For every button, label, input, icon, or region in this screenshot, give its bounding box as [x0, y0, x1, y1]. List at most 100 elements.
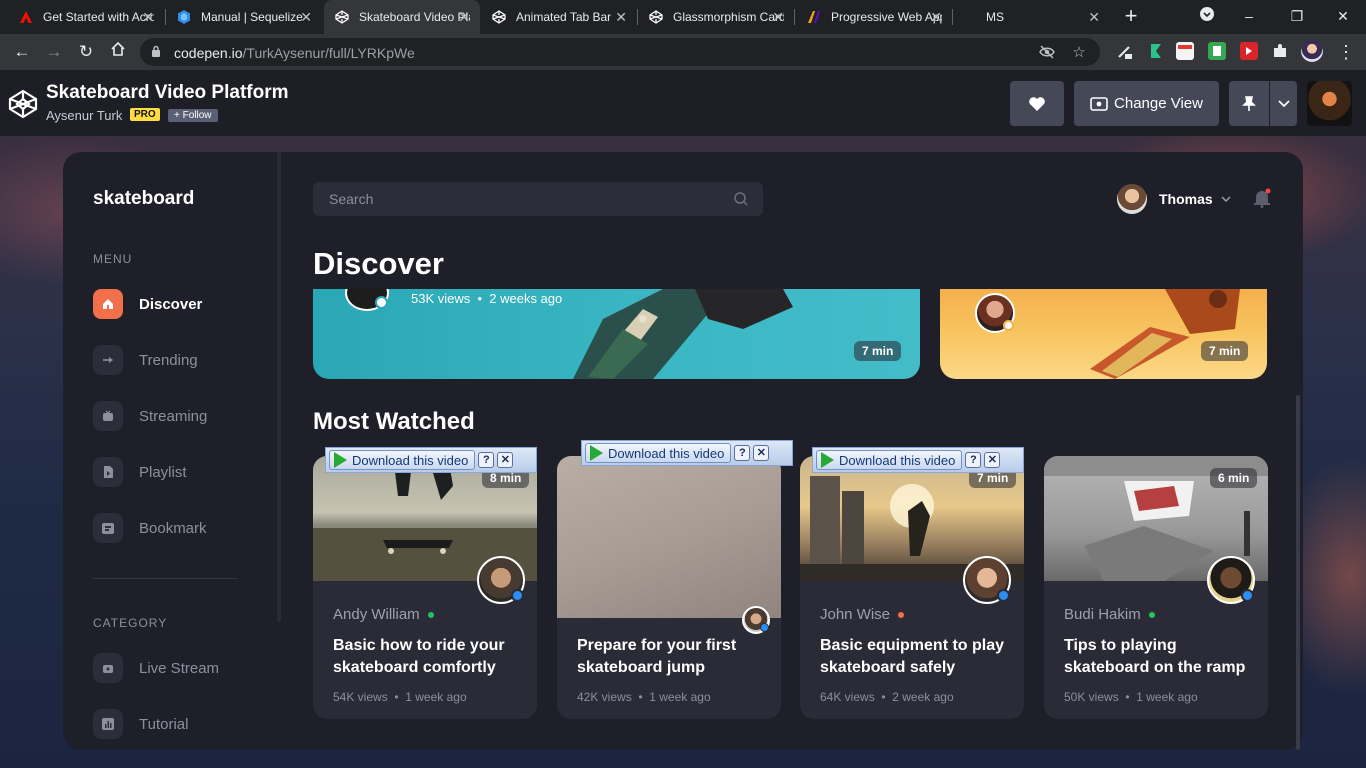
close-tab-icon[interactable]: ✕: [772, 9, 784, 25]
reload-button[interactable]: ↻: [74, 40, 98, 64]
close-button[interactable]: ✕: [984, 452, 1001, 468]
minimize-button[interactable]: –: [1239, 6, 1259, 26]
video-card[interactable]: 7 min John Wise Basic equipment to play …: [800, 456, 1024, 719]
follow-button[interactable]: + Follow: [168, 109, 218, 122]
codepen-user-avatar[interactable]: [1307, 81, 1352, 126]
download-video-button[interactable]: Download this video: [585, 443, 732, 463]
extension-green-icon[interactable]: [1147, 42, 1165, 60]
author-name[interactable]: Andy William: [333, 606, 434, 623]
home-button[interactable]: [106, 40, 130, 64]
sidebar-item-trending[interactable]: Trending: [93, 345, 198, 375]
download-video-button[interactable]: Download this video: [816, 450, 963, 470]
browser-tab-glass[interactable]: Glassmorphism Card ✕: [638, 0, 794, 34]
pro-badge: PRO: [130, 108, 160, 121]
author-avatar[interactable]: [1207, 556, 1255, 604]
close-tab-icon[interactable]: ✕: [458, 9, 470, 25]
sidebar-item-playlist[interactable]: Playlist: [93, 457, 187, 487]
verified-badge-icon: [375, 296, 388, 309]
author-name[interactable]: John Wise: [820, 606, 905, 623]
sidebar-item-streaming[interactable]: Streaming: [93, 401, 207, 431]
featured-author-avatar[interactable]: [975, 293, 1015, 333]
author-avatar[interactable]: [963, 556, 1011, 604]
brand-logo[interactable]: skateboard: [93, 188, 194, 210]
sidebar-scrollbar[interactable]: [277, 152, 281, 622]
close-tab-icon[interactable]: ✕: [930, 9, 942, 25]
browser-tab-ms[interactable]: MS ✕: [954, 0, 1110, 34]
new-tab-button[interactable]: +: [1119, 5, 1143, 29]
featured-views: 53K views: [411, 291, 471, 306]
sidebar-item-tutorial[interactable]: Tutorial: [93, 709, 188, 739]
browser-tab-sequelize[interactable]: Manual | Sequelize ✕: [166, 0, 322, 34]
chevron-down-icon: [1200, 7, 1214, 21]
video-meta: 54K views • 1 week ago: [333, 690, 467, 704]
close-tab-icon[interactable]: ✕: [1088, 9, 1100, 25]
video-meta: 64K views • 2 week ago: [820, 690, 954, 704]
help-button[interactable]: ?: [478, 452, 495, 468]
menu-section-label: MENU: [93, 252, 133, 266]
sidebar: skateboard MENU Discover Trending Stream…: [63, 152, 281, 750]
user-menu[interactable]: Thomas: [1117, 184, 1231, 214]
forward-button[interactable]: →: [42, 40, 66, 64]
notification-bell-icon[interactable]: [1253, 188, 1271, 208]
author-avatar[interactable]: [742, 606, 770, 634]
maximize-button[interactable]: ❐: [1287, 6, 1307, 26]
profile-avatar[interactable]: [1301, 40, 1323, 62]
browser-tab-animated[interactable]: Animated Tab Bar ✕: [481, 0, 637, 34]
close-tab-icon[interactable]: ✕: [615, 9, 627, 25]
featured-video-card[interactable]: 53K views • 2 weeks ago 7 min: [313, 289, 920, 379]
play-icon: [590, 445, 603, 461]
help-button[interactable]: ?: [965, 452, 982, 468]
close-button[interactable]: ✕: [497, 452, 514, 468]
close-window-button[interactable]: ✕: [1333, 6, 1353, 26]
search-icon[interactable]: [733, 191, 749, 207]
codepen-logo-icon[interactable]: [8, 89, 38, 119]
close-button[interactable]: ✕: [753, 445, 770, 461]
tab-search-button[interactable]: [1197, 6, 1217, 26]
duration-badge: 7 min: [854, 341, 902, 361]
author-avatar[interactable]: [477, 556, 525, 604]
sidebar-item-live-stream[interactable]: Live Stream: [93, 653, 219, 683]
sidebar-item-discover[interactable]: Discover: [93, 289, 202, 319]
pin-menu-button[interactable]: [1270, 81, 1297, 126]
video-title[interactable]: Tips to playing skateboard on the ramp: [1064, 635, 1254, 679]
kebab-menu-icon[interactable]: ⋮: [1334, 40, 1358, 64]
browser-tab-acrobat[interactable]: Get Started with Acrobat ✕: [8, 0, 164, 34]
download-video-button[interactable]: Download this video: [329, 450, 476, 470]
download-video-bar: Download this video ? ✕: [325, 447, 537, 473]
address-bar[interactable]: codepen.io/TurkAysenur/full/LYRKpWe ☆: [140, 38, 1100, 66]
author-label: Andy William: [333, 606, 420, 623]
pwa-icon: [806, 9, 822, 25]
pen-extension-icon[interactable]: [1116, 42, 1134, 60]
eye-off-icon[interactable]: [1038, 44, 1056, 62]
video-title[interactable]: Basic how to ride your skateboard comfor…: [333, 635, 523, 679]
close-tab-icon[interactable]: ✕: [142, 9, 154, 25]
search-input[interactable]: [329, 191, 709, 207]
video-card[interactable]: 6 min Budi Hakim Tips to playing skatebo…: [1044, 456, 1268, 719]
video-views: 42K views: [577, 690, 632, 704]
video-title[interactable]: Basic equipment to play skateboard safel…: [820, 635, 1010, 679]
video-card[interactable]: Prepare for your first skateboard jump 4…: [557, 456, 781, 719]
help-button[interactable]: ?: [734, 445, 751, 461]
browser-tab-skateboard[interactable]: Skateboard Video Platform ✕: [324, 0, 480, 34]
pin-icon: [1242, 95, 1256, 111]
author-name[interactable]: Budi Hakim: [1064, 606, 1155, 623]
puzzle-icon[interactable]: [1271, 42, 1289, 60]
change-view-button[interactable]: Change View: [1074, 81, 1219, 126]
sidebar-item-bookmark[interactable]: Bookmark: [93, 513, 207, 543]
heart-button[interactable]: [1010, 81, 1064, 126]
codepen-icon: [334, 9, 350, 25]
extension-calendar-icon[interactable]: [1176, 42, 1194, 60]
browser-tab-pwa[interactable]: Progressive Web Apps ✕: [796, 0, 952, 34]
pin-button[interactable]: [1229, 81, 1269, 126]
video-title[interactable]: Prepare for your first skateboard jump: [577, 635, 767, 679]
featured-video-card-2[interactable]: 7 min: [940, 289, 1267, 379]
close-tab-icon[interactable]: ✕: [300, 9, 312, 25]
star-icon[interactable]: ☆: [1070, 44, 1088, 62]
extension-red-icon[interactable]: [1240, 42, 1258, 60]
extension-sheets-icon[interactable]: [1208, 42, 1226, 60]
pen-author[interactable]: Aysenur Turk: [46, 108, 122, 123]
back-button[interactable]: ←: [10, 40, 34, 64]
verified-badge-icon: [760, 623, 769, 632]
main-scrollbar[interactable]: [1296, 395, 1300, 750]
video-card[interactable]: 8 min Andy William Basic how to ride you…: [313, 456, 537, 719]
